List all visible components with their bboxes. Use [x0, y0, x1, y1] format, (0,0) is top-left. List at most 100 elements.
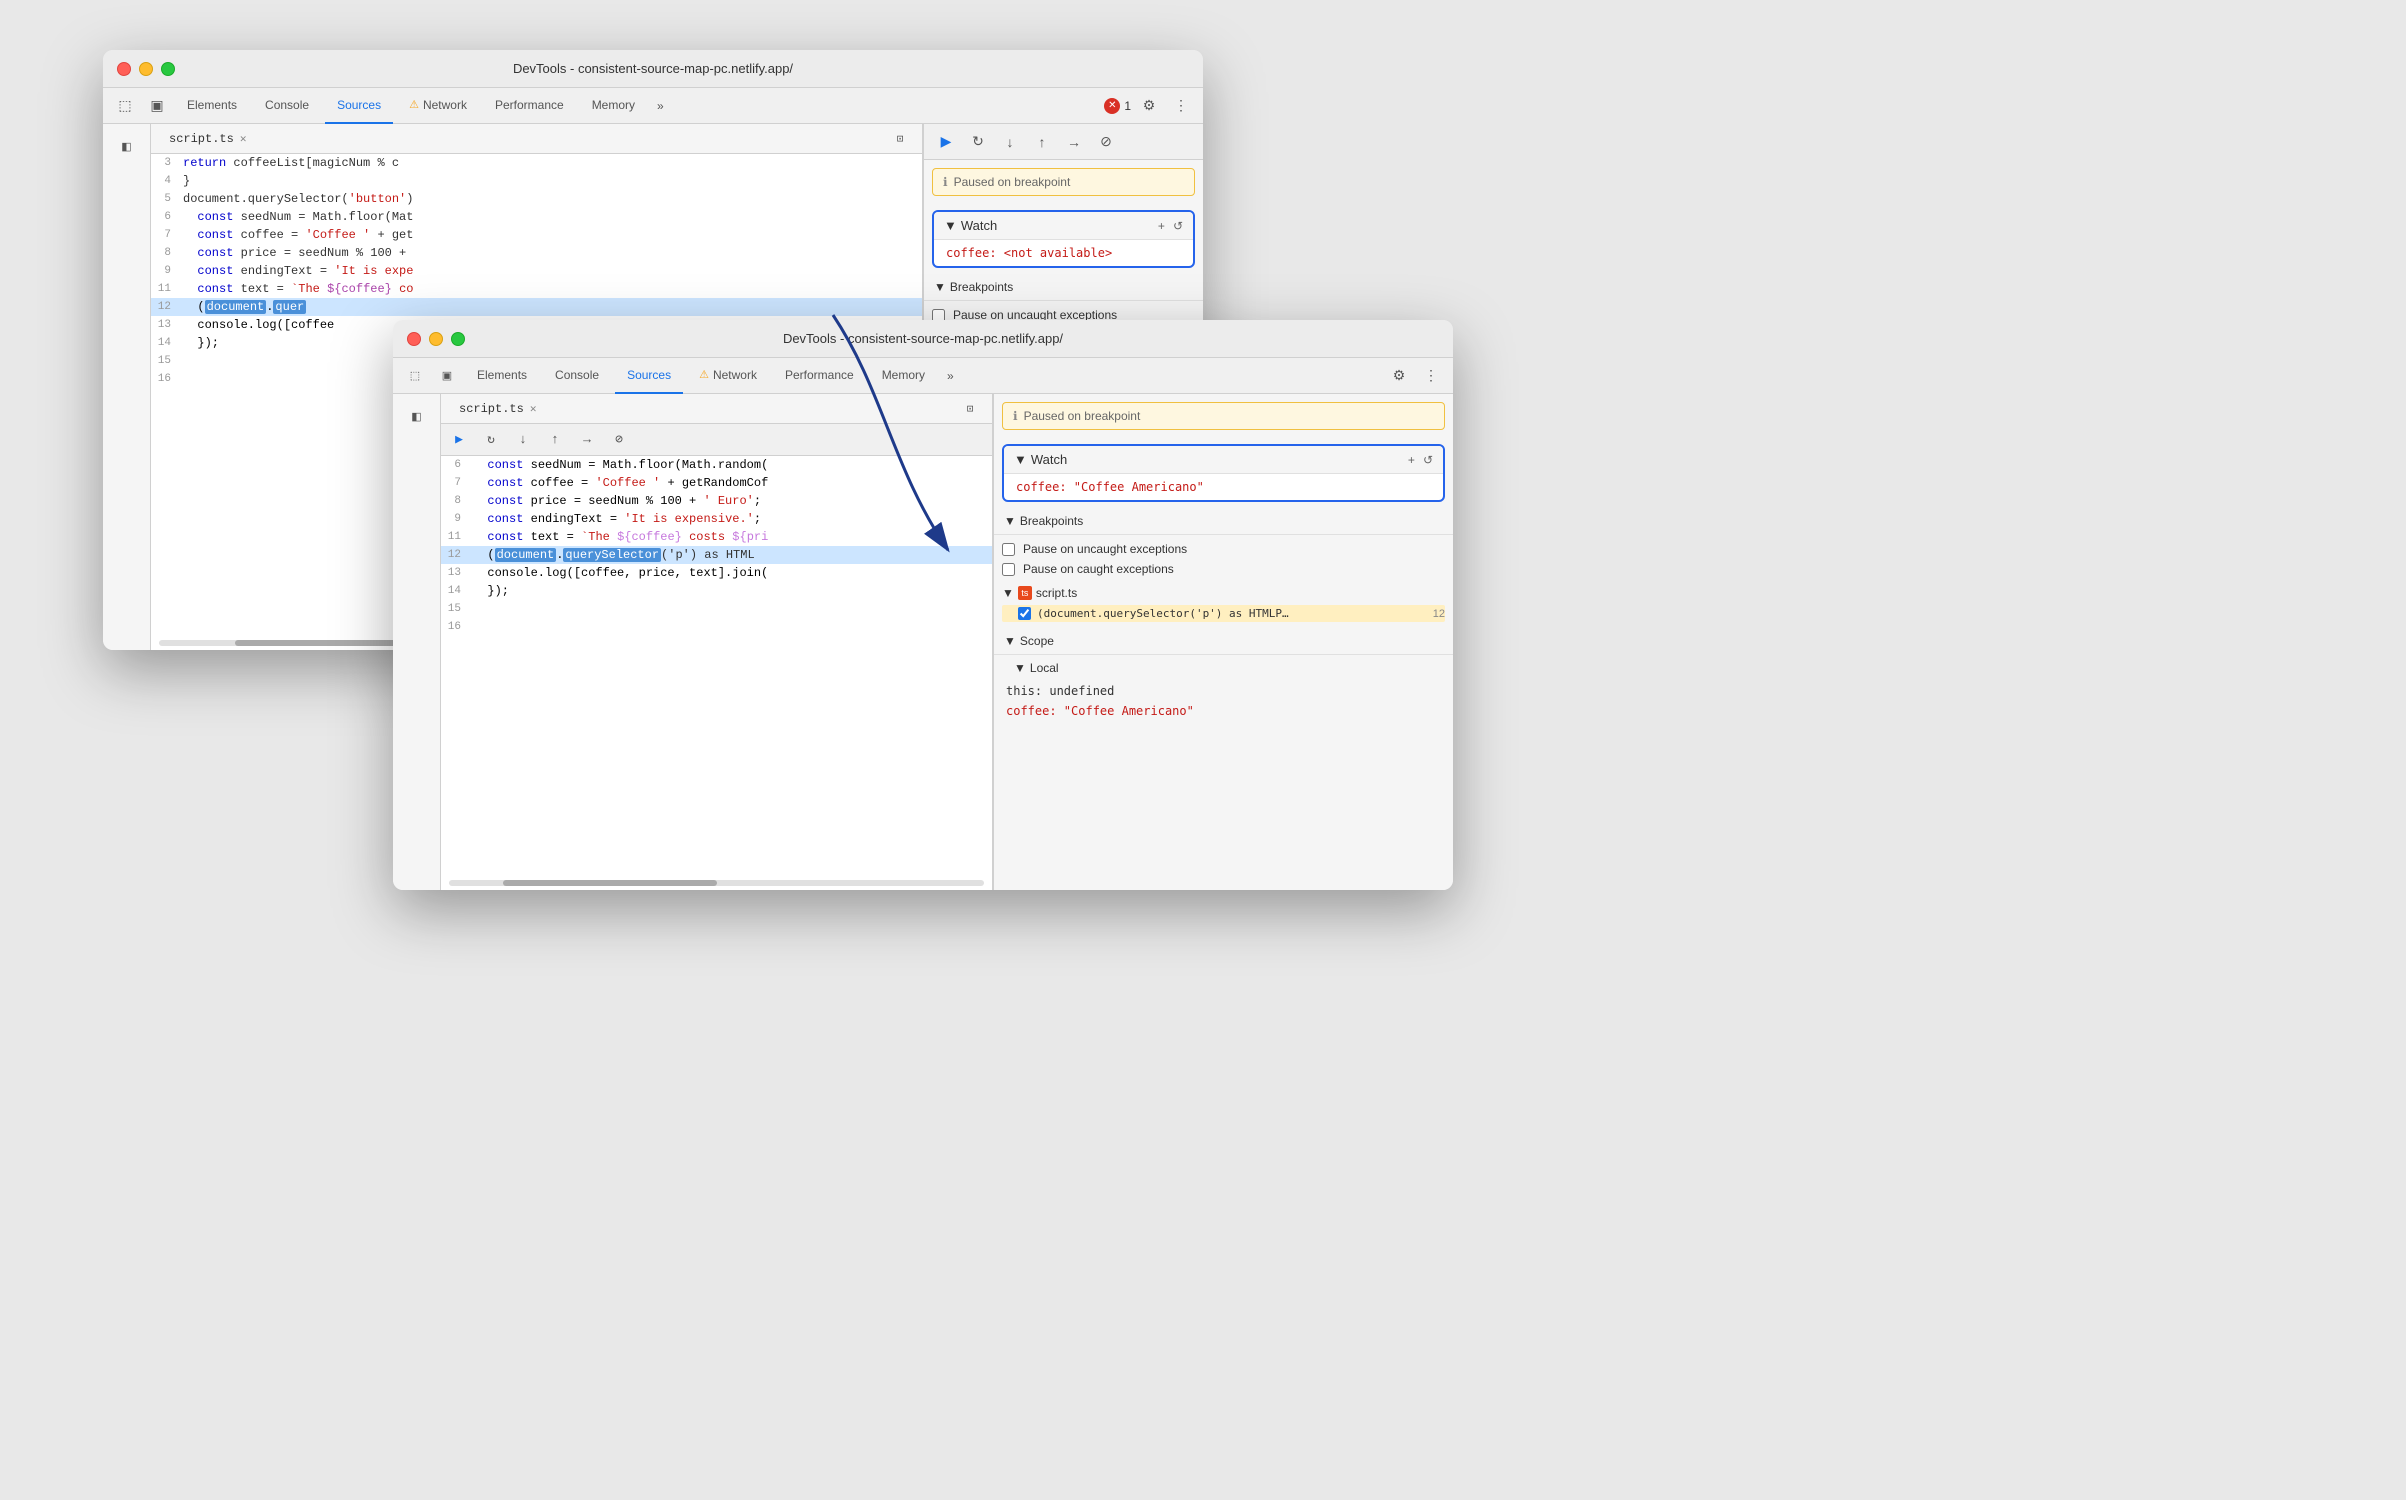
- bp-entry-checkbox[interactable]: [1018, 607, 1031, 620]
- watch-item-1: coffee: <not available>: [934, 240, 1193, 266]
- bp-file-section: ▼ ts script.ts (document.querySelector('…: [1002, 583, 1445, 622]
- expand-icon-1[interactable]: ⊡: [886, 125, 914, 153]
- refresh-watch-btn-2[interactable]: ↺: [1423, 453, 1433, 467]
- deactivate-btn-2[interactable]: ⊘: [605, 426, 633, 454]
- close-button-1[interactable]: [117, 62, 131, 76]
- device-icon[interactable]: ▣: [143, 92, 171, 120]
- file-tab-2[interactable]: script.ts ✕: [449, 398, 546, 420]
- maximize-button-1[interactable]: [161, 62, 175, 76]
- error-count-1: 1: [1124, 99, 1131, 113]
- code-line-3: 3 return coffeeList[magicNum % c: [151, 154, 922, 172]
- tab-elements-2[interactable]: Elements: [465, 358, 539, 394]
- step-into-btn-2[interactable]: ↓: [509, 426, 537, 454]
- settings-icon-1[interactable]: ⚙: [1135, 92, 1163, 120]
- scroll-indicator-2: [449, 880, 984, 886]
- refresh-watch-btn-1[interactable]: ↺: [1173, 219, 1183, 233]
- cursor-icon[interactable]: ⬚: [111, 92, 139, 120]
- tab-sources-2[interactable]: Sources: [615, 358, 683, 394]
- add-watch-btn-2[interactable]: +: [1408, 453, 1415, 467]
- file-nav-icon-1[interactable]: ◧: [113, 132, 141, 160]
- bp-entry: (document.querySelector('p') as HTMLP… 1…: [1002, 605, 1445, 622]
- local-header[interactable]: ▼ Local: [994, 655, 1453, 681]
- tab-console-1[interactable]: Console: [253, 88, 321, 124]
- breakpoints-header-2[interactable]: ▼ Breakpoints: [994, 508, 1453, 535]
- bp-uncaught-label-2: Pause on uncaught exceptions: [1023, 542, 1187, 556]
- scope-header[interactable]: ▼ Scope: [994, 628, 1453, 655]
- more-tabs-icon-2[interactable]: »: [941, 367, 960, 385]
- code-line2-8: 8 const price = seedNum % 100 + ' Euro';: [441, 492, 992, 510]
- step-out-btn-1[interactable]: ↑: [1028, 128, 1056, 156]
- watch-title-1[interactable]: ▼ Watch: [944, 218, 997, 233]
- triangle-icon-2: ▼: [1014, 452, 1027, 467]
- tab-memory-2[interactable]: Memory: [870, 358, 937, 394]
- watch-actions-2: + ↺: [1408, 453, 1433, 467]
- code-line2-6: 6 const seedNum = Math.floor(Math.random…: [441, 456, 992, 474]
- bp-uncaught-checkbox-2[interactable]: [1002, 543, 1015, 556]
- code-line-8: 8 const price = seedNum % 100 +: [151, 244, 922, 262]
- tab-console-2[interactable]: Console: [543, 358, 611, 394]
- more-tabs-icon-1[interactable]: »: [651, 97, 670, 115]
- bp-caught-checkbox-2[interactable]: [1002, 563, 1015, 576]
- breakpoints-content-2: Pause on uncaught exceptions Pause on ca…: [994, 535, 1453, 628]
- deactivate-btn-1[interactable]: ⊘: [1092, 128, 1120, 156]
- tab-performance-2[interactable]: Performance: [773, 358, 866, 394]
- device-icon-2[interactable]: ▣: [433, 362, 461, 390]
- step-btn-1[interactable]: →: [1060, 128, 1088, 156]
- devtools-body-2: ◧ script.ts ✕ ⊡ ▶ ↻ ↓ ↑: [393, 394, 1453, 890]
- minimize-button-2[interactable]: [429, 332, 443, 346]
- breakpoints-header-1[interactable]: ▼ Breakpoints: [924, 274, 1203, 301]
- file-tab-close-1[interactable]: ✕: [240, 132, 247, 146]
- tab-network-2[interactable]: Network: [687, 358, 769, 394]
- maximize-button-2[interactable]: [451, 332, 465, 346]
- code-area-2: script.ts ✕ ⊡ ▶ ↻ ↓ ↑ → ⊘: [441, 394, 993, 890]
- expand-icon-2[interactable]: ⊡: [956, 395, 984, 423]
- info-icon-1: ℹ: [943, 175, 948, 189]
- file-tab-close-2[interactable]: ✕: [530, 402, 537, 416]
- file-nav-icon-2[interactable]: ◧: [403, 402, 431, 430]
- file-tabs-2: script.ts ✕ ⊡: [441, 394, 992, 424]
- paused-text-1: Paused on breakpoint: [954, 175, 1071, 189]
- more-options-icon-1[interactable]: ⋮: [1167, 92, 1195, 120]
- resume-btn-1[interactable]: ▶: [932, 128, 960, 156]
- bp-triangle-2: ▼: [1004, 514, 1016, 528]
- step-out-btn-2[interactable]: ↑: [541, 426, 569, 454]
- code-line-9: 9 const endingText = 'It is expe: [151, 262, 922, 280]
- local-triangle: ▼: [1014, 661, 1026, 675]
- step-btn-2[interactable]: →: [573, 426, 601, 454]
- cursor-icon-2[interactable]: ⬚: [401, 362, 429, 390]
- devtools-tabs-1: ⬚ ▣ Elements Console Sources Network Per…: [103, 88, 1203, 124]
- code-line2-11: 11 const text = `The ${coffee} costs ${p…: [441, 528, 992, 546]
- tab-sources-1[interactable]: Sources: [325, 88, 393, 124]
- bp-uncaught-2: Pause on uncaught exceptions: [1002, 539, 1445, 559]
- tab-elements-1[interactable]: Elements: [175, 88, 249, 124]
- step-over-btn-1[interactable]: ↻: [964, 128, 992, 156]
- tab-performance-1[interactable]: Performance: [483, 88, 576, 124]
- tab-memory-1[interactable]: Memory: [580, 88, 647, 124]
- right-panel-2: ℹ Paused on breakpoint ▼ Watch + ↺: [993, 394, 1453, 890]
- settings-icon-2[interactable]: ⚙: [1385, 362, 1413, 390]
- resume-btn-2[interactable]: ▶: [445, 426, 473, 454]
- paused-banner-2: ℹ Paused on breakpoint: [1002, 402, 1445, 430]
- bp-file-name: script.ts: [1036, 586, 1077, 600]
- more-options-icon-2[interactable]: ⋮: [1417, 362, 1445, 390]
- watch-title-2[interactable]: ▼ Watch: [1014, 452, 1067, 467]
- devtools-tabs-2: ⬚ ▣ Elements Console Sources Network Per…: [393, 358, 1453, 394]
- step-into-btn-1[interactable]: ↓: [996, 128, 1024, 156]
- bp-file-header[interactable]: ▼ ts script.ts: [1002, 583, 1445, 603]
- add-watch-btn-1[interactable]: +: [1158, 219, 1165, 233]
- bp-triangle-1: ▼: [934, 280, 946, 294]
- title-bar-1: DevTools - consistent-source-map-pc.netl…: [103, 50, 1203, 88]
- devtools-window-2: DevTools - consistent-source-map-pc.netl…: [393, 320, 1453, 890]
- info-icon-2: ℹ: [1013, 409, 1018, 423]
- file-panel-2: ◧: [393, 394, 441, 890]
- tab-network-1[interactable]: Network: [397, 88, 479, 124]
- code-scroll-2[interactable]: 6 const seedNum = Math.floor(Math.random…: [441, 456, 992, 876]
- close-button-2[interactable]: [407, 332, 421, 346]
- paused-banner-1: ℹ Paused on breakpoint: [932, 168, 1195, 196]
- watch-header-1: ▼ Watch + ↺: [934, 212, 1193, 240]
- code-line2-14: 14 });: [441, 582, 992, 600]
- code-line2-16: 16: [441, 618, 992, 636]
- file-tab-1[interactable]: script.ts ✕: [159, 128, 256, 150]
- step-over-btn-2[interactable]: ↻: [477, 426, 505, 454]
- minimize-button-1[interactable]: [139, 62, 153, 76]
